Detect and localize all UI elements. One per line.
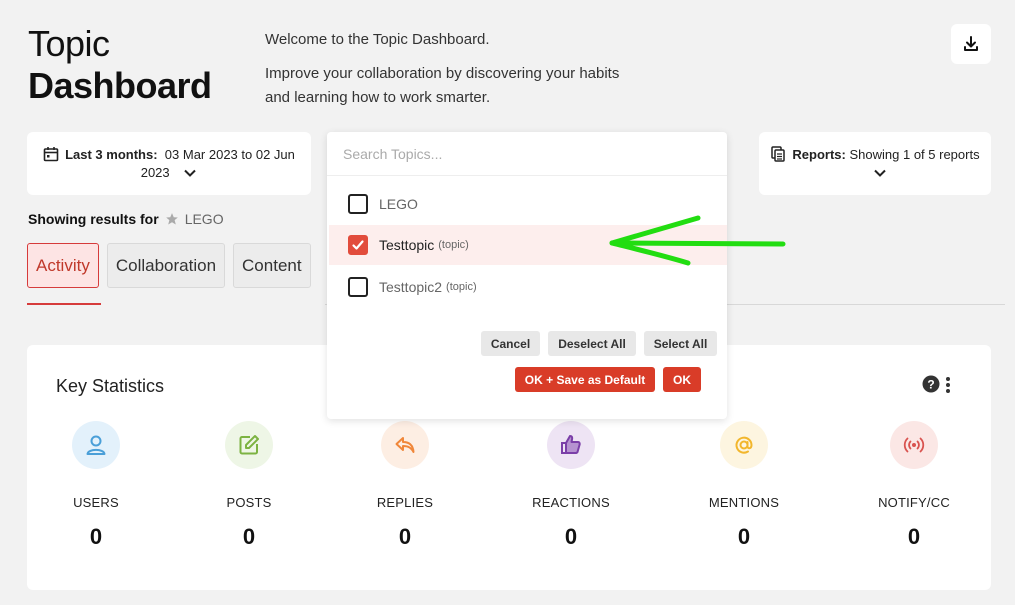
tab-content[interactable]: Content <box>233 243 311 288</box>
stat-label: USERS <box>73 495 119 510</box>
key-statistics-title: Key Statistics <box>56 376 165 396</box>
showing-label: Showing results for <box>28 211 159 227</box>
stat-value: 0 <box>564 524 578 549</box>
stat-value: 0 <box>907 524 921 549</box>
download-icon <box>964 36 978 51</box>
cancel-button[interactable]: Cancel <box>481 331 540 356</box>
topic-search-dropdown: LEGO Testtopic (topic) Testtopic2 (topic… <box>327 132 727 419</box>
showing-results: Showing results for LEGO <box>28 211 224 227</box>
checkbox[interactable] <box>348 194 368 214</box>
showing-topic: LEGO <box>184 211 224 227</box>
stat-notify-cc: NOTIFY/CC 0 <box>854 421 974 550</box>
stat-label: MENTIONS <box>708 495 780 510</box>
topic-option-label: LEGO <box>379 196 418 212</box>
stat-value: 0 <box>242 524 256 549</box>
welcome-description: Improve your collaboration by discoverin… <box>265 65 620 106</box>
stat-label: REACTIONS <box>532 495 610 510</box>
search-topics-input[interactable] <box>327 132 727 176</box>
topic-option-label: Testtopic <box>379 237 435 253</box>
reply-icon <box>381 421 429 469</box>
date-range-filter[interactable]: Last 3 months: 03 Mar 2023 to 02 Jun 202… <box>27 132 311 195</box>
chevron-down-icon <box>874 169 886 177</box>
page-title-line1: Topic <box>28 23 110 64</box>
tab-activity[interactable]: Activity <box>27 243 99 288</box>
stat-mentions: MENTIONS 0 <box>684 421 804 550</box>
stat-value: 0 <box>737 524 751 549</box>
star-icon <box>165 213 178 225</box>
stat-users: USERS 0 <box>36 421 156 550</box>
broadcast-icon <box>890 421 938 469</box>
tab-collaboration[interactable]: Collaboration <box>106 243 226 288</box>
active-tab-indicator <box>27 303 101 305</box>
stat-label: NOTIFY/CC <box>878 495 950 510</box>
topic-option-label: Testtopic2 <box>379 279 443 295</box>
deselect-all-button[interactable]: Deselect All <box>548 331 636 356</box>
more-options-icon[interactable] <box>945 376 951 394</box>
stat-reactions: REACTIONS 0 <box>511 421 631 550</box>
date-range-label: Last 3 months: <box>65 146 158 162</box>
user-icon <box>72 421 120 469</box>
chevron-down-icon <box>184 169 196 177</box>
checkbox[interactable] <box>348 277 368 297</box>
topic-option-type: (topic) <box>446 281 477 293</box>
topic-option-type: (topic) <box>438 239 469 251</box>
ok-button[interactable]: OK <box>663 367 701 392</box>
reports-value: Showing 1 of 5 reports <box>849 146 980 162</box>
select-all-button[interactable]: Select All <box>644 331 717 356</box>
reports-selector[interactable]: Reports: Showing 1 of 5 reports <box>759 132 991 195</box>
calendar-icon <box>43 146 59 161</box>
ok-save-default-button[interactable]: OK + Save as Default <box>515 367 655 392</box>
date-range-value: 03 Mar 2023 to 02 Jun 2023 <box>140 146 295 180</box>
dashboard-tabs: Activity Collaboration Content <box>27 243 311 288</box>
checkbox-checked[interactable] <box>348 235 368 255</box>
stat-replies: REPLIES 0 <box>345 421 465 550</box>
help-icon[interactable]: ? <box>922 375 940 393</box>
welcome-text: Welcome to the Topic Dashboard. Improve … <box>265 28 645 110</box>
stat-label: POSTS <box>226 495 272 510</box>
reports-label: Reports: <box>792 146 846 162</box>
at-icon <box>720 421 768 469</box>
download-button[interactable] <box>951 24 991 64</box>
stat-value: 0 <box>398 524 412 549</box>
stat-value: 0 <box>89 524 103 549</box>
welcome-line: Welcome to the Topic Dashboard. <box>265 31 490 48</box>
stat-posts: POSTS 0 <box>189 421 309 550</box>
thumbs-up-icon <box>547 421 595 469</box>
topic-option-testtopic2[interactable]: Testtopic2 (topic) <box>329 267 727 307</box>
edit-icon <box>225 421 273 469</box>
annotation-arrow <box>609 215 786 266</box>
checkmark-icon <box>352 240 364 250</box>
page-title-line2: Dashboard <box>28 65 212 106</box>
stat-label: REPLIES <box>376 495 434 510</box>
svg-text:?: ? <box>927 378 934 392</box>
page-title: Topic Dashboard <box>28 24 212 108</box>
documents-icon <box>771 145 786 162</box>
